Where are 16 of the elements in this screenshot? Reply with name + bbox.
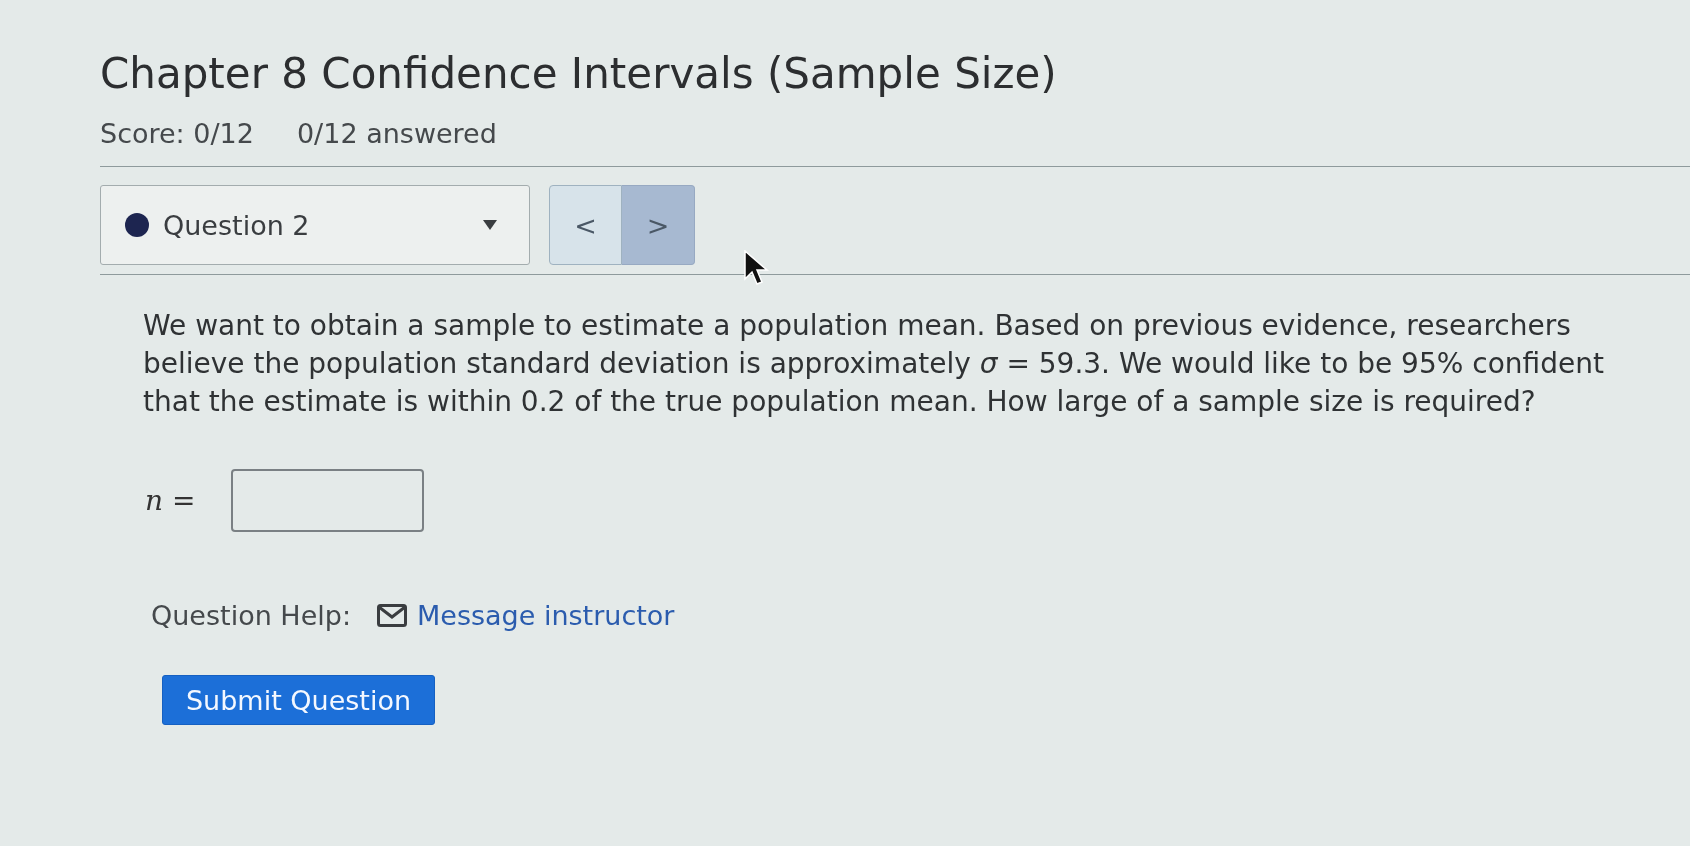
answered-count: 0/12 answered	[296, 117, 497, 151]
page-title: Chapter 8 Confidence Intervals (Sample Size)	[100, 48, 1058, 100]
help-label: Question Help:	[151, 600, 351, 631]
next-button[interactable]: >	[622, 185, 695, 265]
status-dot-icon	[125, 213, 149, 237]
previous-button[interactable]: <	[549, 185, 622, 265]
submit-button[interactable]: Submit Question	[162, 675, 435, 725]
question-text: We want to obtain a sample to estimate a population mean. Based on previous evidence, researchers believe the population standard deviation is approximately σ = 59.3. We would like to be 95% confident that the estimate is within 0.2 of the true population mean. How large of a sample size is required?	[143, 308, 1605, 420]
caret-icon	[483, 220, 497, 230]
mouse-pointer-icon	[744, 250, 770, 286]
message-instructor-link[interactable]: Message instructor	[417, 600, 675, 631]
answer-field[interactable]	[231, 469, 425, 532]
score-text: Score: 0/12	[100, 117, 254, 151]
answer-label: n =	[145, 484, 196, 517]
question-dropdown[interactable]: Question 2	[100, 185, 530, 265]
envelope-icon	[377, 604, 407, 627]
